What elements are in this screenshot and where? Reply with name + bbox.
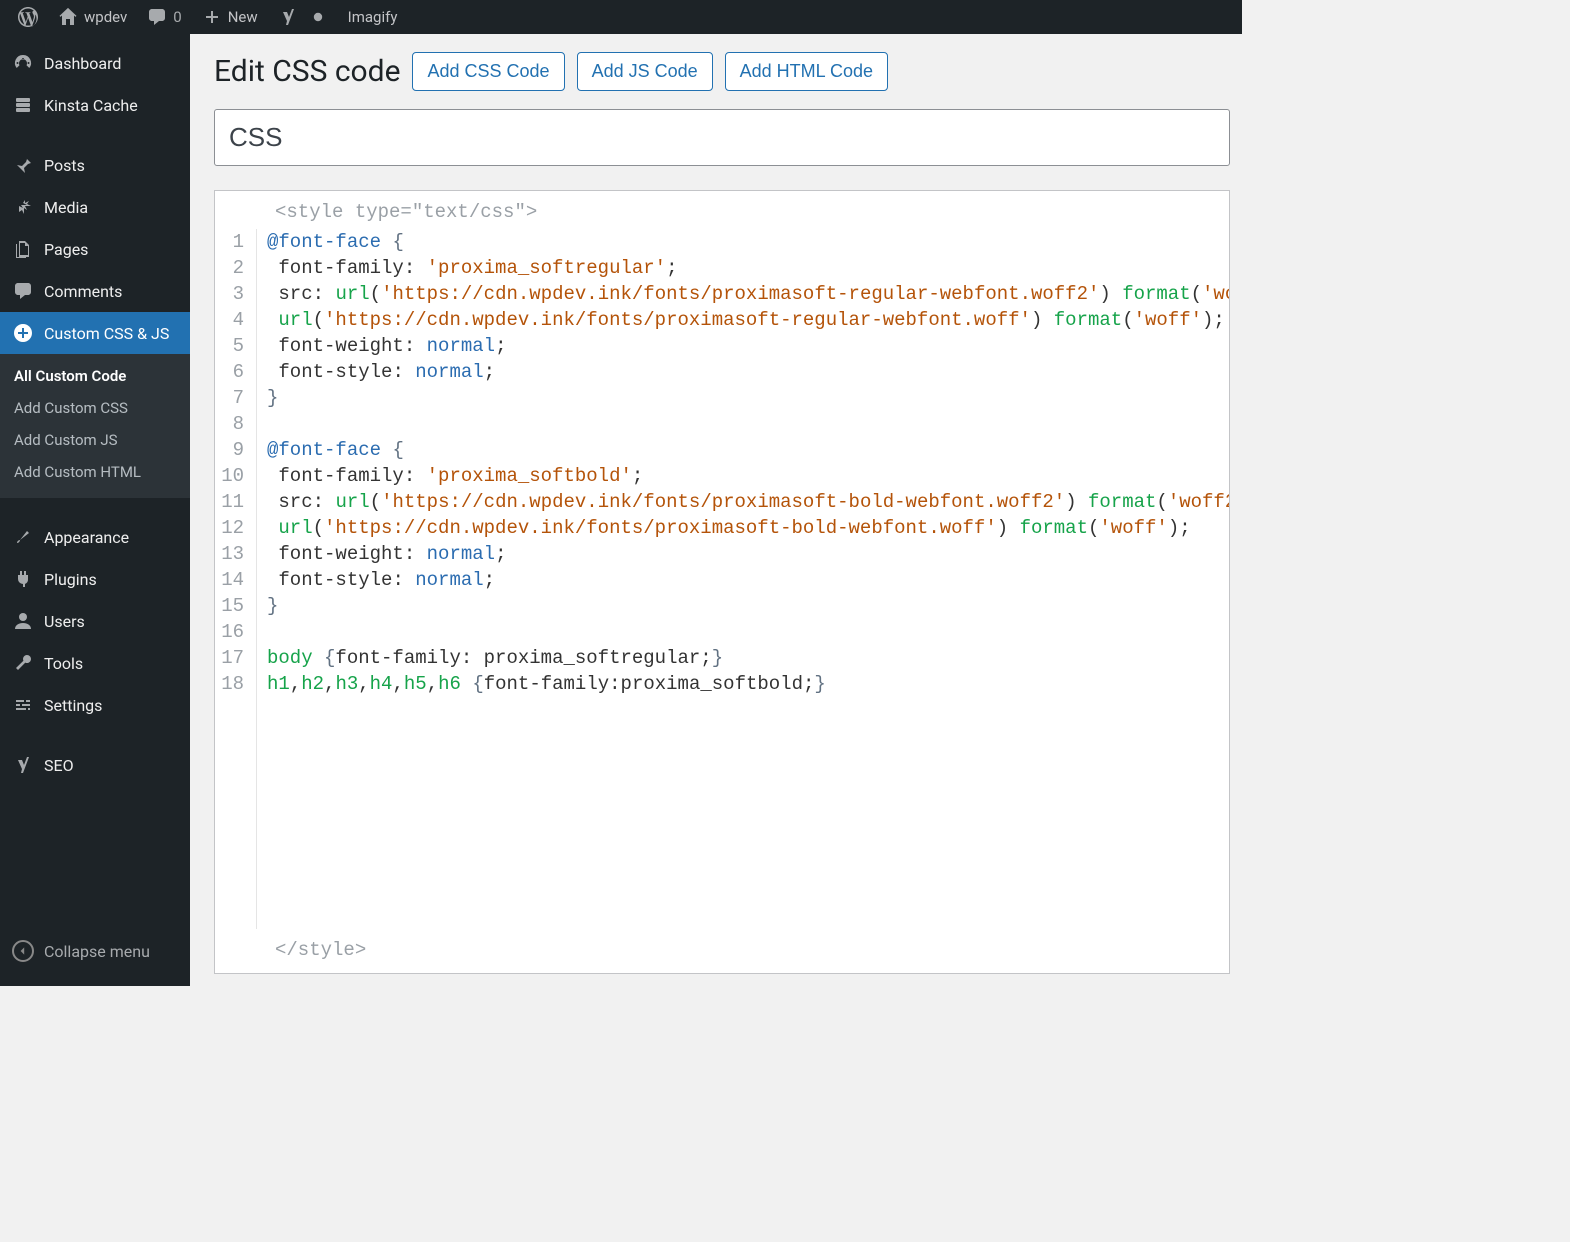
home-icon [58,7,78,27]
sidebar-item-appearance[interactable]: Appearance [0,516,190,558]
imagify-link[interactable]: Imagify [338,0,408,34]
submenu-add-custom-html[interactable]: Add Custom HTML [0,456,190,488]
plug-icon [12,568,34,590]
admin-bar: wpdev 0 New Imagify [0,0,1242,34]
wordpress-icon [18,7,38,27]
sidebar-item-label: Plugins [44,570,97,589]
database-icon [12,94,34,116]
wp-logo[interactable] [8,0,48,34]
sidebar-item-comments[interactable]: Comments [0,270,190,312]
plus-icon [202,7,222,27]
sidebar-submenu: All Custom Code Add Custom CSS Add Custo… [0,354,190,498]
comments-icon [12,280,34,302]
sidebar-item-label: Custom CSS & JS [44,324,169,343]
new-content-link[interactable]: New [192,0,268,34]
editor-close-tag: </style> [215,929,1229,973]
media-icon [12,196,34,218]
admin-sidebar: Dashboard Kinsta Cache Posts Media Pages [0,34,190,986]
main-content: Edit CSS code Add CSS Code Add JS Code A… [190,34,1242,986]
sidebar-item-tools[interactable]: Tools [0,642,190,684]
sidebar-item-media[interactable]: Media [0,186,190,228]
code-lines[interactable]: @font-face { font-family: 'proxima_softr… [257,229,1229,929]
title-input[interactable] [214,109,1230,166]
site-name-link[interactable]: wpdev [48,0,137,34]
sidebar-item-kinsta-cache[interactable]: Kinsta Cache [0,84,190,126]
collapse-label: Collapse menu [44,942,150,961]
submenu-add-custom-js[interactable]: Add Custom JS [0,424,190,456]
pin-icon [12,154,34,176]
sidebar-item-label: Tools [44,654,83,673]
sidebar-item-settings[interactable]: Settings [0,684,190,726]
code-editor[interactable]: <style type="text/css"> 1234567891011121… [214,190,1230,974]
sidebar-item-posts[interactable]: Posts [0,144,190,186]
submenu-add-custom-css[interactable]: Add Custom CSS [0,392,190,424]
comments-count: 0 [173,8,181,26]
brush-icon [12,526,34,548]
plus-circle-icon [12,322,34,344]
sidebar-item-dashboard[interactable]: Dashboard [0,42,190,84]
dashboard-icon [12,52,34,74]
collapse-menu[interactable]: Collapse menu [0,928,190,986]
submenu-all-custom-code[interactable]: All Custom Code [0,360,190,392]
status-dot-icon [308,7,328,27]
new-label: New [228,8,258,26]
sidebar-item-label: Dashboard [44,54,121,73]
wrench-icon [12,652,34,674]
sidebar-item-label: Kinsta Cache [44,96,138,115]
sidebar-item-label: Comments [44,282,122,301]
yoast-link[interactable] [268,0,338,34]
sidebar-item-label: SEO [44,756,74,775]
sidebar-item-plugins[interactable]: Plugins [0,558,190,600]
page-title: Edit CSS code [214,54,400,89]
pages-icon [12,238,34,260]
page-header: Edit CSS code Add CSS Code Add JS Code A… [214,52,1230,91]
sidebar-item-label: Posts [44,156,85,175]
sidebar-item-label: Users [44,612,85,631]
sidebar-item-label: Appearance [44,528,129,547]
add-html-code-button[interactable]: Add HTML Code [725,52,888,91]
line-gutter: 123456789101112131415161718 [215,229,257,929]
yoast-icon [278,7,298,27]
sidebar-item-custom-css-js[interactable]: Custom CSS & JS [0,312,190,354]
sliders-icon [12,694,34,716]
sidebar-item-label: Media [44,198,88,217]
sidebar-item-label: Settings [44,696,102,715]
sidebar-item-pages[interactable]: Pages [0,228,190,270]
add-js-code-button[interactable]: Add JS Code [577,52,713,91]
sidebar-item-seo[interactable]: SEO [0,744,190,786]
sidebar-item-users[interactable]: Users [0,600,190,642]
collapse-icon [12,940,34,962]
site-name: wpdev [84,8,127,26]
yoast-icon [12,754,34,776]
imagify-label: Imagify [348,8,398,26]
comment-icon [147,7,167,27]
user-icon [12,610,34,632]
sidebar-item-label: Pages [44,240,88,259]
comments-link[interactable]: 0 [137,0,191,34]
add-css-code-button[interactable]: Add CSS Code [412,52,564,91]
editor-open-tag: <style type="text/css"> [215,191,1229,229]
